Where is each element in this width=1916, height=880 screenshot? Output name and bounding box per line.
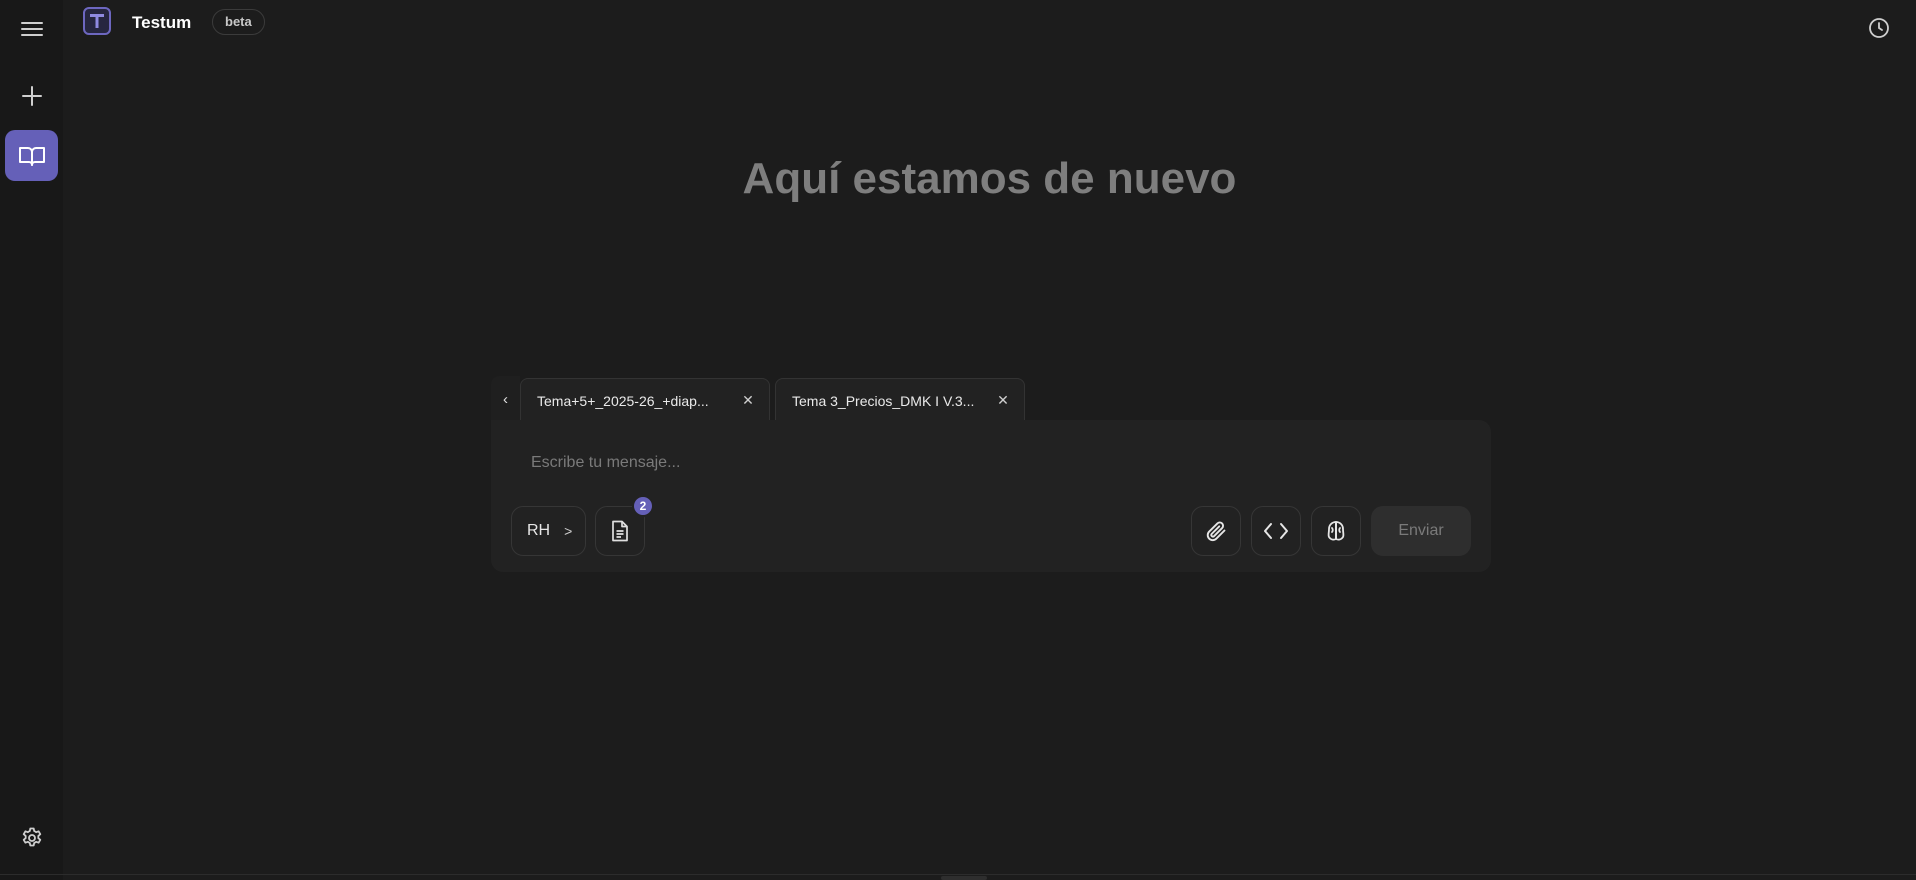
chevron-right-icon: > xyxy=(564,523,573,539)
page-title: Aquí estamos de nuevo xyxy=(742,154,1237,203)
documents-button[interactable]: 2 xyxy=(595,495,654,556)
document-tab-label: Tema+5+_2025-26_+diap... xyxy=(537,392,709,409)
app-name: Testum xyxy=(132,13,192,32)
reasoning-button[interactable] xyxy=(1311,506,1361,556)
document-tabs: ‹ Tema+5+_2025-26_+diap... ✕ Tema 3_Prec… xyxy=(491,376,1030,422)
documents-count-badge: 2 xyxy=(632,495,654,517)
app-window: Testum beta Aquí estamos de nuevo ‹ Tema… xyxy=(0,0,1916,880)
attach-button[interactable] xyxy=(1191,506,1241,556)
send-button[interactable]: Enviar xyxy=(1371,506,1471,556)
library-button[interactable] xyxy=(5,130,58,181)
document-tab[interactable]: Tema+5+_2025-26_+diap... ✕ xyxy=(520,378,770,422)
document-icon xyxy=(612,520,628,542)
tabs-prev-button[interactable]: ‹ xyxy=(491,376,520,422)
bottom-divider xyxy=(0,874,1916,875)
scroll-handle[interactable] xyxy=(941,876,987,880)
hamburger-menu-icon xyxy=(20,21,43,36)
message-input[interactable] xyxy=(529,446,1433,480)
beta-badge: beta xyxy=(212,9,265,35)
code-brackets-icon xyxy=(1264,523,1288,539)
logo-t-icon xyxy=(90,14,104,28)
document-tab-label: Tema 3_Precios_DMK I V.3... xyxy=(792,392,975,409)
settings-button[interactable] xyxy=(5,812,58,863)
code-button[interactable] xyxy=(1251,506,1301,556)
gear-icon xyxy=(22,827,41,846)
menu-button[interactable] xyxy=(5,3,58,54)
brain-icon xyxy=(1327,521,1345,541)
new-chat-button[interactable] xyxy=(5,70,58,121)
message-composer: RH > 2 xyxy=(491,420,1491,572)
open-book-icon xyxy=(18,146,45,166)
model-label: RH xyxy=(527,522,551,539)
clock-icon xyxy=(1869,18,1889,38)
header: Testum beta xyxy=(63,0,1916,46)
document-tab[interactable]: Tema 3_Precios_DMK I V.3... ✕ xyxy=(775,378,1025,422)
app-logo[interactable] xyxy=(83,7,111,35)
chevron-left-icon: ‹ xyxy=(503,390,508,408)
plus-icon xyxy=(21,85,42,106)
model-selector-button[interactable]: RH > xyxy=(511,506,586,556)
history-button[interactable] xyxy=(1867,16,1891,40)
close-icon[interactable]: ✕ xyxy=(739,392,757,410)
close-icon[interactable]: ✕ xyxy=(994,392,1012,410)
sidebar xyxy=(0,0,63,880)
paperclip-icon xyxy=(1206,521,1226,542)
